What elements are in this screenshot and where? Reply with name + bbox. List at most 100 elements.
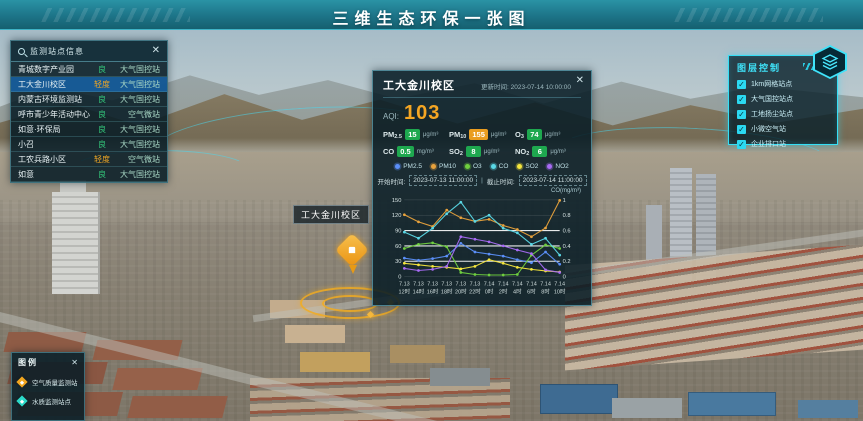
- pollutant-cell: PM2.515μg/m³: [383, 129, 449, 140]
- station-name: 呼市青少年活动中心: [18, 109, 92, 120]
- start-time-value[interactable]: 2023-07-13 11:00:00: [409, 175, 477, 186]
- station-row[interactable]: 内蒙古环境监测站良大气国控站: [11, 92, 167, 107]
- station-level-badge: 良: [92, 64, 112, 75]
- legend-dot-icon: [465, 164, 470, 169]
- app-root: 工大金川校区 三维生态环保一张图 监测站点信息 ✕ 青城数字产业园良大气国控站工…: [0, 0, 863, 421]
- warehouse: [798, 400, 858, 418]
- pollutant-label: SO2: [449, 147, 463, 157]
- layer-item[interactable]: ✓ 1km网格站点: [737, 79, 829, 89]
- checkbox-checked-icon[interactable]: ✓: [737, 125, 746, 134]
- svg-text:7.14: 7.14: [498, 281, 509, 287]
- legend-marker-core: [20, 399, 24, 403]
- chart-legend-item[interactable]: CO: [491, 163, 509, 170]
- checkbox-checked-icon[interactable]: ✓: [737, 80, 746, 89]
- chart-legend-item[interactable]: SO2: [517, 163, 538, 170]
- station-type: 大气国控站: [112, 169, 160, 180]
- layer-item-label: 1km网格站点: [751, 79, 792, 89]
- layer-item[interactable]: ✓ 企业排口站: [737, 139, 829, 149]
- svg-text:16时: 16时: [427, 287, 439, 295]
- station-name: 如意·环保局: [18, 124, 92, 135]
- station-name: 工大金川校区: [18, 79, 92, 90]
- station-type: 大气国控站: [112, 94, 160, 105]
- station-name: 内蒙古环境监测站: [18, 94, 92, 105]
- end-time-value[interactable]: 2023-07-14 11:00:00: [519, 175, 587, 186]
- legend-marker-icon: [16, 395, 27, 406]
- station-list: 青城数字产业园良大气国控站工大金川校区轻度大气国控站内蒙古环境监测站良大气国控站…: [11, 62, 167, 182]
- detail-panel-title: 工大金川校区: [383, 77, 455, 93]
- search-icon[interactable]: [18, 48, 25, 55]
- station-row[interactable]: 如意·环保局良大气国控站: [11, 122, 167, 137]
- station-info-panel: 监测站点信息 ✕ 青城数字产业园良大气国控站工大金川校区轻度大气国控站内蒙古环境…: [10, 40, 168, 183]
- svg-text:14时: 14时: [413, 287, 425, 295]
- station-level-badge: 良: [92, 169, 112, 180]
- legend-dot-icon: [517, 164, 522, 169]
- svg-text:20时: 20时: [455, 287, 467, 295]
- station-row[interactable]: 工农兵路小区轻度空气微站: [11, 152, 167, 167]
- legend-series-name: PM2.5: [403, 163, 422, 170]
- station-row[interactable]: 工大金川校区轻度大气国控站: [11, 77, 167, 92]
- svg-text:7.13: 7.13: [470, 281, 481, 287]
- legend-marker-icon: [16, 376, 27, 387]
- station-type: 空气微站: [112, 109, 160, 120]
- building: [285, 325, 345, 343]
- checkbox-checked-icon[interactable]: ✓: [737, 140, 746, 149]
- pollutant-unit: μg/m³: [484, 149, 499, 155]
- chart-legend-item[interactable]: O3: [465, 163, 482, 170]
- time-separator: |: [481, 177, 483, 184]
- svg-text:10时: 10时: [554, 287, 566, 295]
- svg-text:7.14: 7.14: [540, 281, 551, 287]
- svg-text:0.2: 0.2: [563, 259, 571, 265]
- layer-item-label: 企业排口站: [751, 139, 786, 149]
- chart-legend-item[interactable]: PM2.5: [395, 163, 422, 170]
- layer-item[interactable]: ✓小微空气站: [737, 124, 829, 134]
- pollutant-label: NO2: [515, 147, 529, 157]
- legend-panel-close-button[interactable]: ✕: [71, 358, 78, 368]
- legend-panel-title: 图例: [18, 357, 71, 368]
- station-type: 大气国控站: [112, 79, 160, 90]
- aqi-value: 103: [404, 102, 440, 125]
- station-row[interactable]: 小召良大气国控站: [11, 137, 167, 152]
- svg-text:1: 1: [563, 198, 566, 204]
- layer-list: ✓1km网格站点✓大气国控站点✓工地扬尘站点✓小微空气站✓企业排口站: [737, 79, 829, 149]
- station-level-badge: 良: [92, 109, 112, 120]
- checkbox-checked-icon[interactable]: ✓: [737, 95, 746, 104]
- building: [300, 352, 370, 372]
- layer-item-label: 工地扬尘站点: [751, 109, 793, 119]
- pollutant-unit: μg/m³: [423, 132, 438, 138]
- station-level-badge: 轻度: [92, 154, 112, 165]
- detail-panel-close-button[interactable]: ✕: [576, 76, 584, 86]
- layer-item[interactable]: ✓大气国控站点: [737, 94, 829, 104]
- pollutant-cell: SO28μg/m³: [449, 146, 515, 157]
- chart-legend-item[interactable]: PM10: [431, 163, 456, 170]
- building: [127, 396, 227, 418]
- station-row[interactable]: 青城数字产业园良大气国控站: [11, 62, 167, 77]
- pollutant-label: CO: [383, 147, 394, 157]
- pollutant-cell: CO0.5mg/m³: [383, 146, 449, 157]
- end-time-label: 截止时间:: [487, 176, 515, 186]
- update-time-label: 更新时间:: [481, 84, 509, 91]
- legend-dot-icon: [491, 164, 496, 169]
- svg-text:7.13: 7.13: [441, 281, 452, 287]
- checkbox-checked-icon[interactable]: ✓: [737, 110, 746, 119]
- svg-text:6时: 6时: [527, 287, 536, 295]
- station-panel-close-button[interactable]: ✕: [152, 46, 160, 56]
- layers-hexagon-button[interactable]: [813, 45, 847, 79]
- pollutant-cell: O374μg/m³: [515, 129, 581, 140]
- station-row[interactable]: 呼市青少年活动中心良空气微站: [11, 107, 167, 122]
- chart-legend-item[interactable]: NO2: [547, 163, 568, 170]
- station-row[interactable]: 如意良大气国控站: [11, 167, 167, 182]
- legend-series-name: PM10: [439, 163, 456, 170]
- legend-dot-icon: [547, 164, 552, 169]
- svg-text:0.6: 0.6: [563, 229, 571, 235]
- shed: [430, 368, 490, 386]
- station-detail-panel: 工大金川校区 更新时间: 2023-07-14 10:00:00 ✕ AQI: …: [372, 70, 592, 306]
- update-time-value: 2023-07-14 10:00:00: [511, 84, 571, 91]
- layer-item[interactable]: ✓ 工地扬尘站点: [737, 109, 829, 119]
- legend-item-list: 空气质量监测站水质监测站点: [18, 377, 78, 406]
- svg-text:7.14: 7.14: [526, 281, 537, 287]
- legend-series-name: NO2: [555, 163, 568, 170]
- svg-text:7.13: 7.13: [413, 281, 424, 287]
- shed: [612, 398, 682, 418]
- station-marker-tooltip: 工大金川校区: [293, 205, 369, 224]
- title-bar: 三维生态环保一张图: [0, 0, 863, 30]
